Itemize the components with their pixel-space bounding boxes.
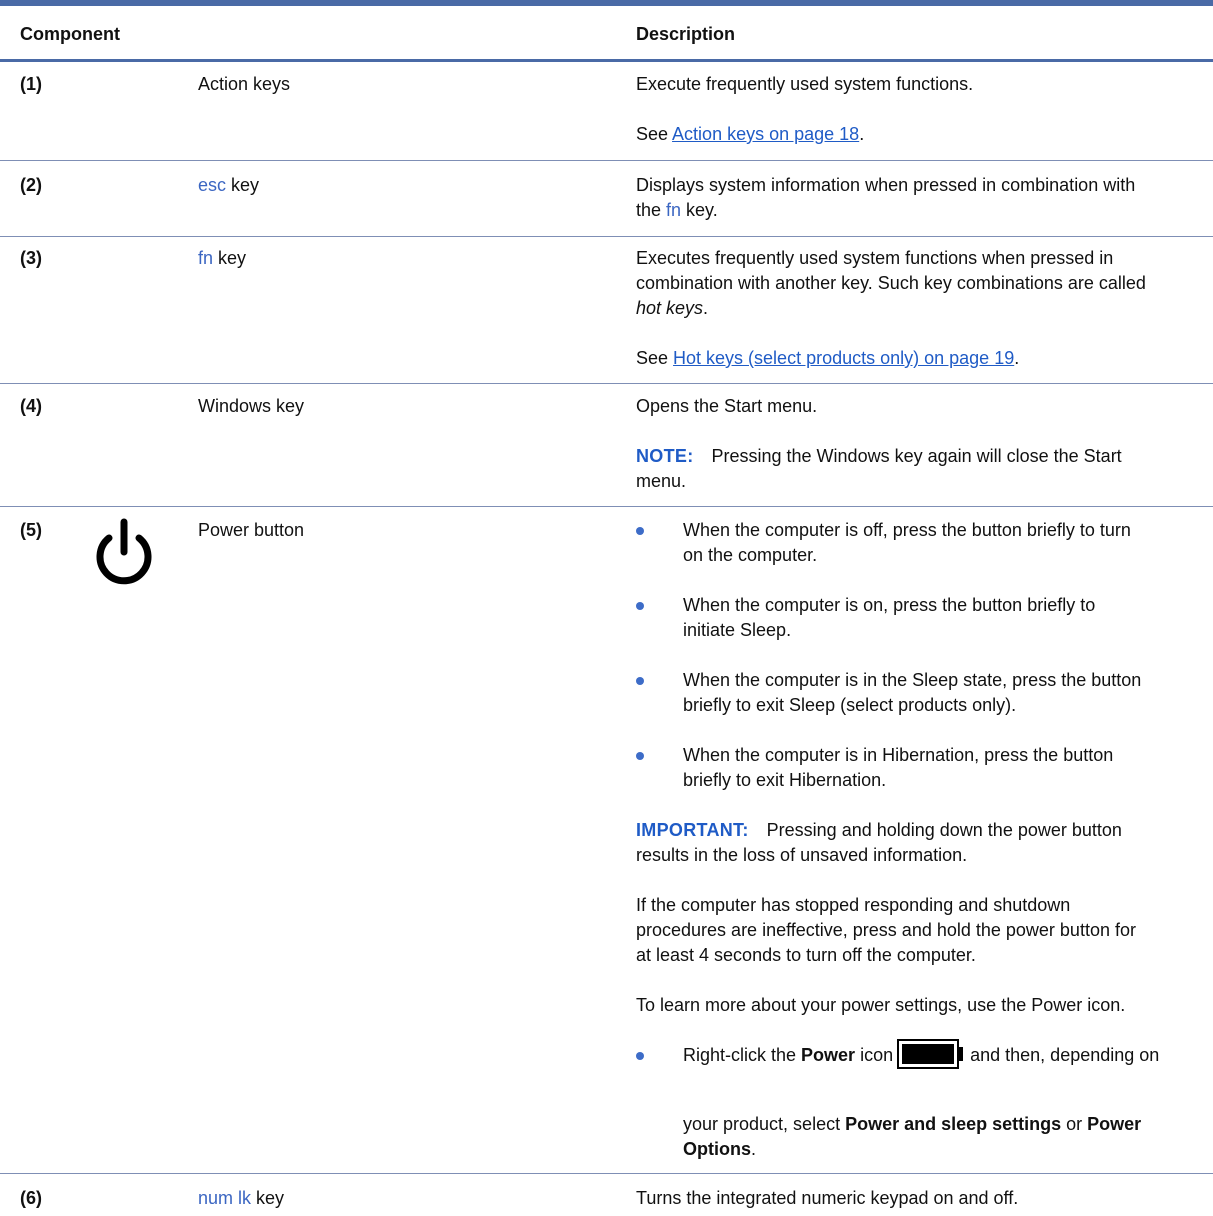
note-label: NOTE:	[636, 446, 694, 466]
row-divider	[0, 236, 1213, 237]
paragraph-text: procedures are ineffective, press and ho…	[636, 920, 1136, 940]
bullet-text: When the computer is in Hibernation, pre…	[683, 745, 1114, 765]
header-description: Description	[636, 24, 736, 44]
description-text: hot keys.	[636, 298, 709, 318]
description-text: Opens the Start menu.	[636, 396, 818, 416]
component-name: num lk key	[198, 1188, 285, 1208]
bullet-text: Right-click the Power icon and then, dep…	[683, 1039, 1159, 1070]
document-page: Component Description (1) Action keys Ex…	[0, 0, 1213, 1216]
bullet-icon	[636, 602, 644, 610]
header-component: Component	[20, 24, 120, 44]
bullet-icon	[636, 1052, 644, 1060]
table-top-border	[0, 0, 1213, 6]
see-reference: See Action keys on page 18.	[636, 124, 865, 144]
component-name: Action keys	[198, 74, 291, 94]
description-text: Execute frequently used system functions…	[636, 74, 974, 94]
component-name: Power button	[198, 520, 305, 540]
see-reference: See Hot keys (select products only) on p…	[636, 348, 1020, 368]
row-number: (5)	[20, 520, 42, 540]
important-continued: results in the loss of unsaved informati…	[636, 845, 968, 865]
bullet-text: briefly to exit Hibernation.	[683, 770, 887, 790]
description-text: combination with another key. Such key c…	[636, 273, 1146, 293]
bullet-icon	[636, 752, 644, 760]
description-text: the fn key.	[636, 200, 718, 220]
cross-reference-link[interactable]: Hot keys (select products only) on page …	[673, 348, 1014, 368]
component-name: Windows key	[198, 396, 305, 416]
power-icon	[96, 518, 152, 585]
row-divider	[0, 160, 1213, 161]
bullet-text: When the computer is off, press the butt…	[683, 520, 1131, 540]
component-name: fn key	[198, 248, 247, 268]
note: NOTE: Pressing the Windows key again will…	[636, 446, 1122, 466]
description-text: Displays system information when pressed…	[636, 175, 1136, 195]
important-label: IMPORTANT:	[636, 820, 749, 840]
description-text: Executes frequently used system function…	[636, 248, 1114, 268]
bullet-text: initiate Sleep.	[683, 620, 792, 640]
key-name: fn	[666, 200, 682, 220]
paragraph-text: To learn more about your power settings,…	[636, 995, 1126, 1015]
row-divider	[0, 506, 1213, 507]
key-name: fn	[198, 248, 214, 268]
row-number: (2)	[20, 175, 42, 195]
bullet-text: When the computer is in the Sleep state,…	[683, 670, 1142, 690]
bullet-icon	[636, 677, 644, 685]
key-name: num lk	[198, 1188, 252, 1208]
row-number: (3)	[20, 248, 42, 268]
row-number: (1)	[20, 74, 42, 94]
row-number: (4)	[20, 396, 42, 416]
paragraph-text: at least 4 seconds to turn off the compu…	[636, 945, 976, 965]
row-number: (6)	[20, 1188, 42, 1208]
bullet-text: on the computer.	[683, 545, 818, 565]
key-name: esc	[198, 175, 227, 195]
battery-icon	[897, 1039, 964, 1070]
bullet-icon	[636, 527, 644, 535]
row-divider	[0, 1173, 1213, 1174]
note-continued: menu.	[636, 471, 687, 491]
important-note: IMPORTANT: Pressing and holding down the …	[636, 820, 1122, 840]
component-name: esc key	[198, 175, 260, 195]
cross-reference-link[interactable]: Action keys on page 18	[672, 124, 859, 144]
bullet-text: your product, select Power and sleep set…	[683, 1114, 1142, 1134]
bullet-text: When the computer is on, press the butto…	[683, 595, 1096, 615]
bullet-text: briefly to exit Sleep (select products o…	[683, 695, 1017, 715]
bullet-text: Options.	[683, 1139, 757, 1159]
row-divider	[0, 383, 1213, 384]
paragraph-text: If the computer has stopped responding a…	[636, 895, 1071, 915]
description-text: Turns the integrated numeric keypad on a…	[636, 1188, 1019, 1208]
header-divider	[0, 59, 1213, 62]
